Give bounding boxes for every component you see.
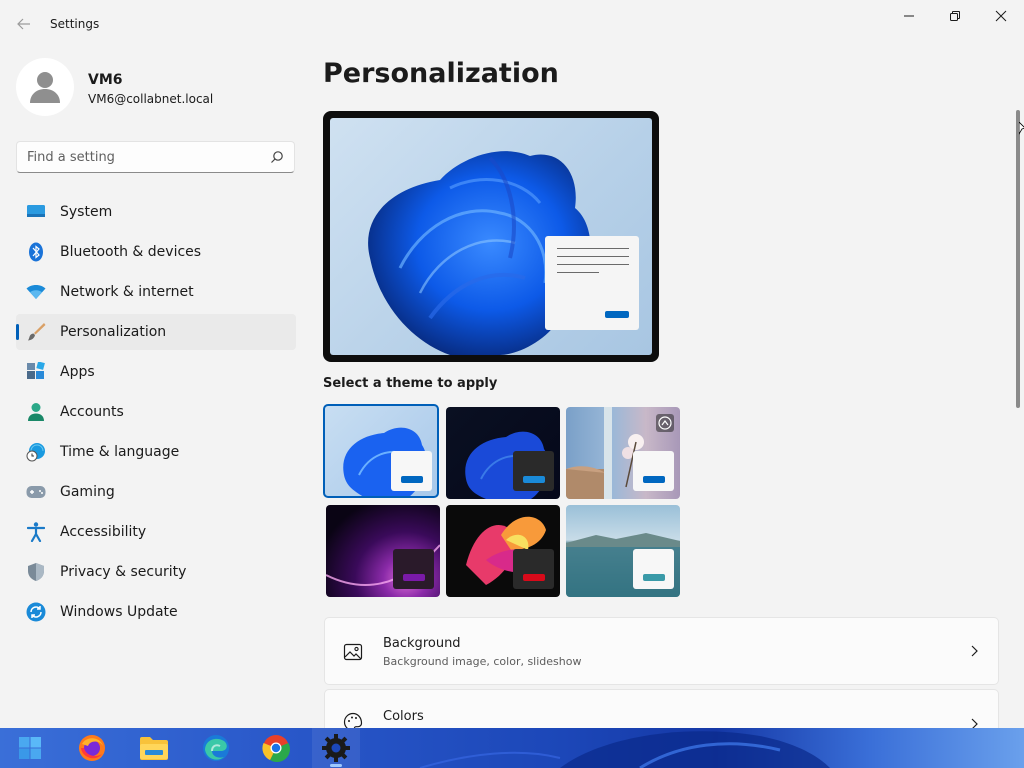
mouse-cursor-icon	[1019, 122, 1024, 135]
edge-icon	[203, 735, 229, 761]
search-input[interactable]	[27, 142, 267, 172]
shield-icon	[26, 562, 46, 582]
user-profile[interactable]: VM6 VM6@collabnet.local	[16, 58, 296, 118]
taskbar-chrome[interactable]	[252, 728, 300, 768]
spotlight-icon	[656, 414, 674, 432]
chrome-icon	[262, 735, 290, 762]
start-icon	[19, 737, 41, 759]
back-button[interactable]	[10, 10, 38, 38]
sidebar: VM6 VM6@collabnet.local System Bluetooth…	[0, 48, 310, 728]
close-button[interactable]	[978, 0, 1024, 32]
theme-grid	[323, 404, 684, 597]
sidebar-item-time-language[interactable]: Time & language	[16, 434, 296, 470]
taskbar-file-explorer[interactable]	[130, 728, 178, 768]
user-email: VM6@collabnet.local	[88, 92, 214, 106]
settings-icon	[322, 734, 350, 762]
bluetooth-icon	[26, 242, 46, 262]
preview-wallpaper	[330, 118, 652, 355]
background-card-subtitle: Background image, color, slideshow	[383, 655, 582, 668]
search-icon[interactable]	[270, 150, 284, 164]
theme-windows-light[interactable]	[323, 404, 439, 498]
search-box[interactable]	[16, 141, 295, 173]
gamepad-icon	[26, 482, 46, 502]
brush-icon	[26, 322, 46, 342]
theme-flow[interactable]	[566, 505, 680, 597]
preview-accent-button	[605, 311, 629, 318]
restore-button[interactable]	[932, 0, 978, 32]
background-card-title: Background	[383, 636, 461, 651]
nav-list: System Bluetooth & devices Network & int…	[16, 194, 296, 634]
image-icon	[343, 643, 363, 661]
theme-captured-motion[interactable]	[446, 505, 560, 597]
sidebar-item-windows-update[interactable]: Windows Update	[16, 594, 296, 630]
apps-icon	[26, 362, 46, 382]
accessibility-icon	[26, 522, 46, 542]
page-title: Personalization	[323, 58, 559, 89]
user-name: VM6	[88, 72, 123, 88]
clock-globe-icon	[26, 442, 46, 462]
sidebar-item-network[interactable]: Network & internet	[16, 274, 296, 310]
chevron-right-icon	[971, 645, 978, 657]
person-placeholder-icon	[30, 72, 60, 103]
taskbar	[0, 728, 1024, 768]
sidebar-item-apps[interactable]: Apps	[16, 354, 296, 390]
wifi-icon	[26, 282, 46, 302]
colors-card-title: Colors	[383, 709, 424, 724]
app-title: Settings	[50, 17, 100, 31]
taskbar-settings[interactable]	[312, 728, 360, 768]
theme-section-label: Select a theme to apply	[323, 376, 498, 391]
start-button[interactable]	[6, 728, 54, 768]
person-icon	[26, 402, 46, 422]
sidebar-item-system[interactable]: System	[16, 194, 296, 230]
taskbar-edge[interactable]	[192, 728, 240, 768]
sidebar-item-gaming[interactable]: Gaming	[16, 474, 296, 510]
theme-preview	[323, 111, 659, 362]
back-arrow-icon	[17, 18, 30, 30]
theme-glow[interactable]	[326, 505, 440, 597]
file-explorer-icon	[140, 737, 168, 760]
sidebar-item-personalization[interactable]: Personalization	[16, 314, 296, 350]
theme-windows-dark[interactable]	[446, 407, 560, 499]
minimize-icon	[904, 15, 914, 17]
theme-windows-spotlight[interactable]	[566, 407, 680, 499]
firefox-icon	[79, 735, 105, 761]
system-icon	[26, 202, 46, 222]
sidebar-item-accessibility[interactable]: Accessibility	[16, 514, 296, 550]
restore-icon	[950, 11, 960, 21]
sidebar-item-privacy-security[interactable]: Privacy & security	[16, 554, 296, 590]
close-icon	[995, 10, 1007, 22]
update-icon	[26, 602, 46, 622]
title-bar: Settings	[0, 0, 1024, 48]
scrollbar-thumb[interactable]	[1016, 110, 1020, 408]
taskbar-firefox[interactable]	[68, 728, 116, 768]
minimize-button[interactable]	[886, 0, 932, 32]
avatar	[16, 58, 74, 116]
preview-window-card	[545, 236, 639, 330]
background-settings-card[interactable]: Background Background image, color, slid…	[324, 617, 999, 685]
sidebar-item-accounts[interactable]: Accounts	[16, 394, 296, 430]
sidebar-item-bluetooth[interactable]: Bluetooth & devices	[16, 234, 296, 270]
